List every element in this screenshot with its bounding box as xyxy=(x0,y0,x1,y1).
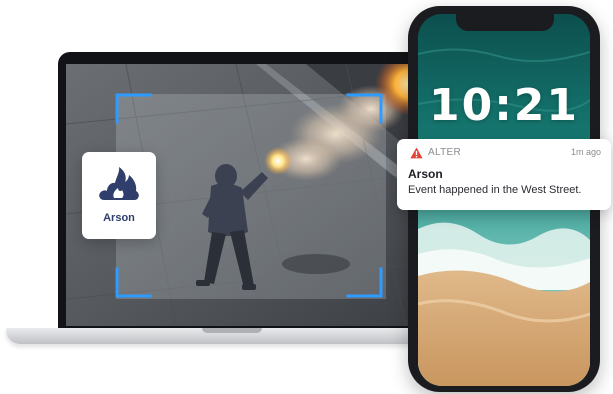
phone-notch xyxy=(456,14,554,31)
fire-icon xyxy=(99,167,139,200)
alert-triangle-icon xyxy=(410,147,423,159)
notification-app-name: ALTER xyxy=(428,147,461,158)
lock-screen-clock: 10:21 xyxy=(428,80,580,131)
detection-label: Arson xyxy=(103,212,135,224)
push-notification[interactable]: ALTER 1m ago Arson Event happened in the… xyxy=(397,139,611,210)
laptop-notch xyxy=(202,328,262,333)
notification-time: 1m ago xyxy=(570,147,601,157)
notification-body: Event happened in the West Street. xyxy=(408,184,582,196)
laptop-base xyxy=(6,328,458,344)
notification-title: Arson xyxy=(408,167,443,181)
detection-card: Arson xyxy=(82,152,156,239)
